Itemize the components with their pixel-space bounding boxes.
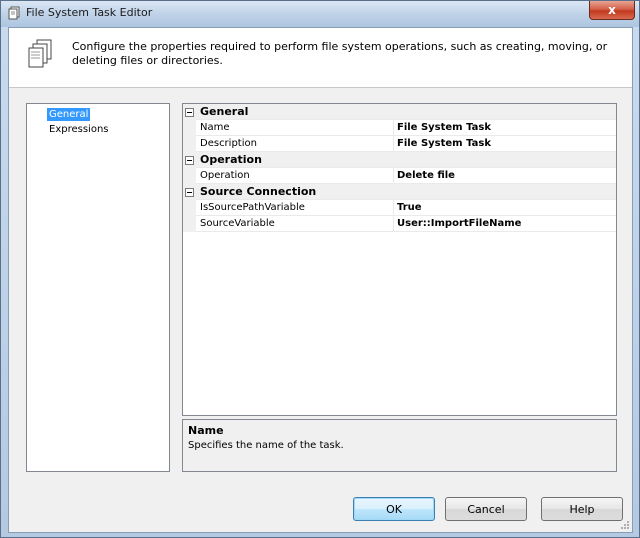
property-name: Name [200, 122, 230, 133]
collapse-icon[interactable] [185, 156, 194, 165]
column-divider[interactable] [393, 136, 394, 152]
header-description: Configure the properties required to per… [72, 40, 608, 67]
description-title: Name [188, 424, 224, 437]
property-name: SourceVariable [200, 218, 275, 229]
property-name: IsSourcePathVariable [200, 202, 305, 213]
property-grid[interactable]: General Name File System Task Descriptio… [182, 103, 617, 416]
property-value[interactable]: User::ImportFileName [397, 218, 521, 229]
dialog-client-area: Configure the properties required to per… [8, 27, 633, 533]
nav-item-expressions[interactable]: Expressions [47, 123, 111, 136]
category-label: Source Connection [200, 185, 317, 198]
collapse-icon[interactable] [185, 108, 194, 117]
window-title: File System Task Editor [26, 6, 153, 19]
grid-margin [183, 216, 196, 232]
close-button[interactable]: x [589, 1, 635, 20]
grid-margin [183, 200, 196, 216]
ok-button[interactable]: OK [353, 497, 435, 521]
property-name: Operation [200, 170, 250, 181]
cancel-button[interactable]: Cancel [445, 497, 527, 521]
help-button[interactable]: Help [541, 497, 623, 521]
category-source-connection[interactable]: Source Connection [183, 184, 616, 200]
nav-item-general[interactable]: General [47, 108, 91, 121]
property-row-name[interactable]: Name File System Task [183, 120, 616, 136]
close-icon: x [608, 3, 616, 17]
file-documents-icon [28, 39, 52, 68]
title-bar[interactable]: File System Task Editor x [1, 1, 639, 27]
description-text: Specifies the name of the task. [188, 440, 344, 451]
category-operation[interactable]: Operation [183, 152, 616, 168]
property-value[interactable]: File System Task [397, 122, 491, 133]
column-divider[interactable] [393, 168, 394, 184]
property-row-description[interactable]: Description File System Task [183, 136, 616, 152]
grid-margin [183, 120, 196, 136]
collapse-icon[interactable] [185, 188, 194, 197]
column-divider[interactable] [393, 200, 394, 216]
grid-margin [183, 136, 196, 152]
column-divider[interactable] [393, 120, 394, 136]
property-value[interactable]: True [397, 202, 422, 213]
property-row-source-variable[interactable]: SourceVariable User::ImportFileName [183, 216, 616, 232]
dialog-window: File System Task Editor x Configure the … [0, 0, 640, 538]
column-divider[interactable] [393, 216, 394, 232]
property-value[interactable]: File System Task [397, 138, 491, 149]
property-value[interactable]: Delete file [397, 170, 455, 181]
file-system-task-icon [8, 6, 20, 20]
description-pane: Name Specifies the name of the task. [182, 419, 617, 472]
category-label: General [200, 105, 249, 118]
category-label: Operation [200, 153, 262, 166]
dialog-header: Configure the properties required to per… [9, 28, 632, 88]
property-row-operation[interactable]: Operation Delete file [183, 168, 616, 184]
property-name: Description [200, 138, 257, 149]
resize-grip-icon[interactable] [620, 520, 630, 530]
grid-margin [183, 168, 196, 184]
property-row-is-source-path-variable[interactable]: IsSourcePathVariable True [183, 200, 616, 216]
page-nav-list[interactable]: General Expressions [26, 103, 170, 472]
category-general[interactable]: General [183, 104, 616, 120]
